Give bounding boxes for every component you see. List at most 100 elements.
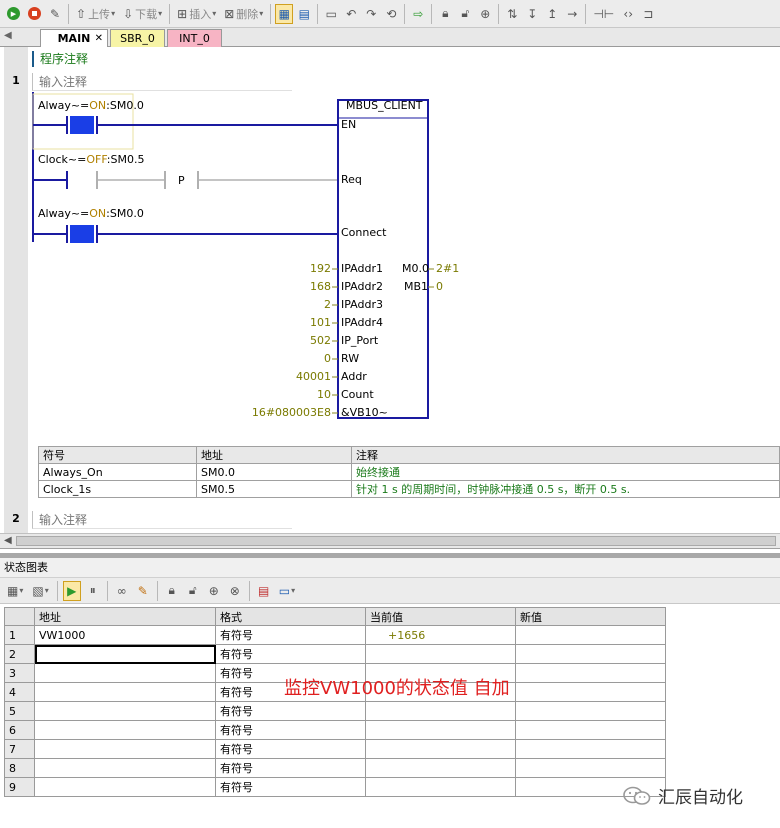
chevron-down-icon: ▾	[259, 9, 264, 18]
delete-button[interactable]: ⊠ 删除 ▾	[221, 4, 266, 24]
tool-button-4[interactable]: ⟲	[382, 4, 400, 24]
tool-button-2[interactable]: ↶	[342, 4, 360, 24]
options-icon: ▭	[278, 583, 291, 598]
box-button[interactable]: ⊐	[639, 4, 657, 24]
stop-button[interactable]	[25, 4, 44, 24]
chart-status-button[interactable]: ▶	[62, 580, 81, 601]
run-button[interactable]: ▶	[4, 4, 23, 24]
download-icon: ⇩	[123, 6, 134, 21]
format-cell[interactable]: 有符号	[215, 625, 366, 645]
block-title: MBUS_CLIENT	[346, 99, 423, 112]
network-comment[interactable]: 输入注释	[32, 73, 292, 91]
address-cell-selected[interactable]	[34, 644, 216, 664]
lock-button[interactable]: 🔒︎	[436, 4, 454, 24]
unlock-icon: 🔓︎	[188, 583, 197, 597]
address-cell[interactable]	[34, 682, 216, 702]
download-button[interactable]: ⇩ 下载 ▾	[120, 4, 165, 24]
force-button[interactable]: 🔒︎	[163, 581, 181, 601]
horizontal-scrollbar[interactable]: ◀	[0, 533, 780, 549]
coil-icon: ‹›	[623, 6, 634, 21]
toolbar-separator	[585, 3, 587, 24]
unlock-button[interactable]: 🔓︎	[456, 4, 474, 24]
unforce-button[interactable]: 🔓︎	[184, 581, 202, 601]
new-value-cell[interactable]	[515, 739, 666, 759]
address-cell[interactable]	[34, 701, 216, 721]
symbol-table-header: 符号 地址 注释	[38, 446, 780, 464]
tool-button-1[interactable]: ▭	[322, 4, 340, 24]
address-cell[interactable]	[34, 758, 216, 778]
row-number: 9	[4, 777, 35, 797]
pause-button[interactable]: ⏸︎	[84, 581, 102, 601]
tab-int0[interactable]: INT_0	[167, 29, 222, 47]
tool-button-3[interactable]: ↷	[362, 4, 380, 24]
scroll-left-icon[interactable]: ◀	[4, 535, 12, 546]
address-cell[interactable]	[34, 777, 216, 797]
toolbar-separator	[169, 3, 171, 24]
status-chart-title: 状态图表	[0, 558, 780, 578]
line-right-button[interactable]: →	[563, 4, 581, 24]
tab-scroll-left-icon[interactable]: ◀	[4, 30, 12, 41]
format-cell[interactable]: 有符号	[215, 739, 366, 759]
tab-main[interactable]: MAIN ✕	[40, 29, 108, 47]
address-cell[interactable]	[34, 720, 216, 740]
ladder-editor[interactable]: 程序注释 1 输入注释 Alway~=ON:SM0.0 Clock~=OFF:S…	[0, 47, 780, 549]
chevron-down-icon: ▾	[19, 586, 24, 595]
new-value-cell[interactable]	[515, 720, 666, 740]
toolbar-separator	[317, 3, 319, 24]
line-right-icon: →	[567, 6, 578, 21]
contact-button[interactable]: ⊣⊢	[590, 4, 617, 24]
current-value-cell	[365, 701, 516, 721]
delete-row-button[interactable]: ▧ ▾	[29, 581, 51, 601]
program-comment[interactable]: 程序注释	[32, 51, 88, 67]
network-comment[interactable]: 输入注释	[32, 511, 292, 529]
current-value-cell	[365, 739, 516, 759]
new-value-cell[interactable]	[515, 682, 666, 702]
address-cell[interactable]	[34, 663, 216, 683]
format-cell[interactable]: 有符号	[215, 758, 366, 778]
format-cell[interactable]: 有符号	[215, 644, 366, 664]
table-row: Clock_1s SM0.5 针对 1 s 的周期时间，时钟脉冲接通 0.5 s…	[38, 480, 780, 498]
editor-gutter	[4, 47, 28, 537]
read-forced-button[interactable]: ⊗	[226, 581, 244, 601]
col-address: 地址	[196, 446, 352, 464]
address-cell[interactable]	[34, 739, 216, 759]
upload-button[interactable]: ⇧ 上传 ▾	[73, 4, 118, 24]
go-button[interactable]: ⇨	[409, 4, 427, 24]
tab-sbr0[interactable]: SBR_0	[110, 29, 165, 47]
compile-button[interactable]: ✎	[46, 4, 64, 24]
program-status-button[interactable]: ▦	[275, 3, 294, 24]
program-status-icon: ▦	[278, 6, 290, 21]
line-down-button[interactable]: ↧	[523, 4, 541, 24]
read-button[interactable]: ∞	[113, 581, 131, 601]
pin-rw: RW	[341, 352, 360, 365]
branch-button[interactable]: ⇅	[503, 4, 521, 24]
write-button[interactable]: ✎	[134, 581, 152, 601]
insert-button[interactable]: ⊞ 插入 ▾	[174, 4, 219, 24]
add-row-button[interactable]: ▦ ▾	[4, 581, 26, 601]
line-up-icon: ↥	[547, 6, 558, 21]
p-contact-label: P	[178, 174, 185, 187]
options-button[interactable]: ▭ ▾	[276, 581, 298, 601]
col-comment: 注释	[351, 446, 780, 464]
coil-button[interactable]: ‹›	[619, 4, 637, 24]
new-value-cell[interactable]	[515, 701, 666, 721]
new-value-cell[interactable]	[515, 758, 666, 778]
format-cell[interactable]: 有符号	[215, 701, 366, 721]
scrollbar-thumb[interactable]	[16, 536, 776, 546]
format-cell[interactable]: 有符号	[215, 777, 366, 797]
lock-add-button[interactable]: ⊕	[476, 4, 494, 24]
trend-view-button[interactable]: ▤	[295, 4, 313, 24]
new-value-cell[interactable]	[515, 625, 666, 645]
new-value-cell[interactable]	[515, 663, 666, 683]
unforce-all-button[interactable]: ⊕	[205, 581, 223, 601]
address-cell[interactable]: VW1000	[34, 625, 216, 645]
trend-button[interactable]: ▤	[255, 581, 273, 601]
table-row: Always_On SM0.0 始终接通	[38, 463, 780, 481]
value-ipaddr1: 192	[310, 262, 331, 275]
close-icon[interactable]: ✕	[95, 33, 103, 44]
new-value-cell[interactable]	[515, 644, 666, 664]
delete-label: 删除	[236, 7, 259, 21]
format-cell[interactable]: 有符号	[215, 720, 366, 740]
toolbar-separator	[56, 580, 58, 601]
line-up-button[interactable]: ↥	[543, 4, 561, 24]
